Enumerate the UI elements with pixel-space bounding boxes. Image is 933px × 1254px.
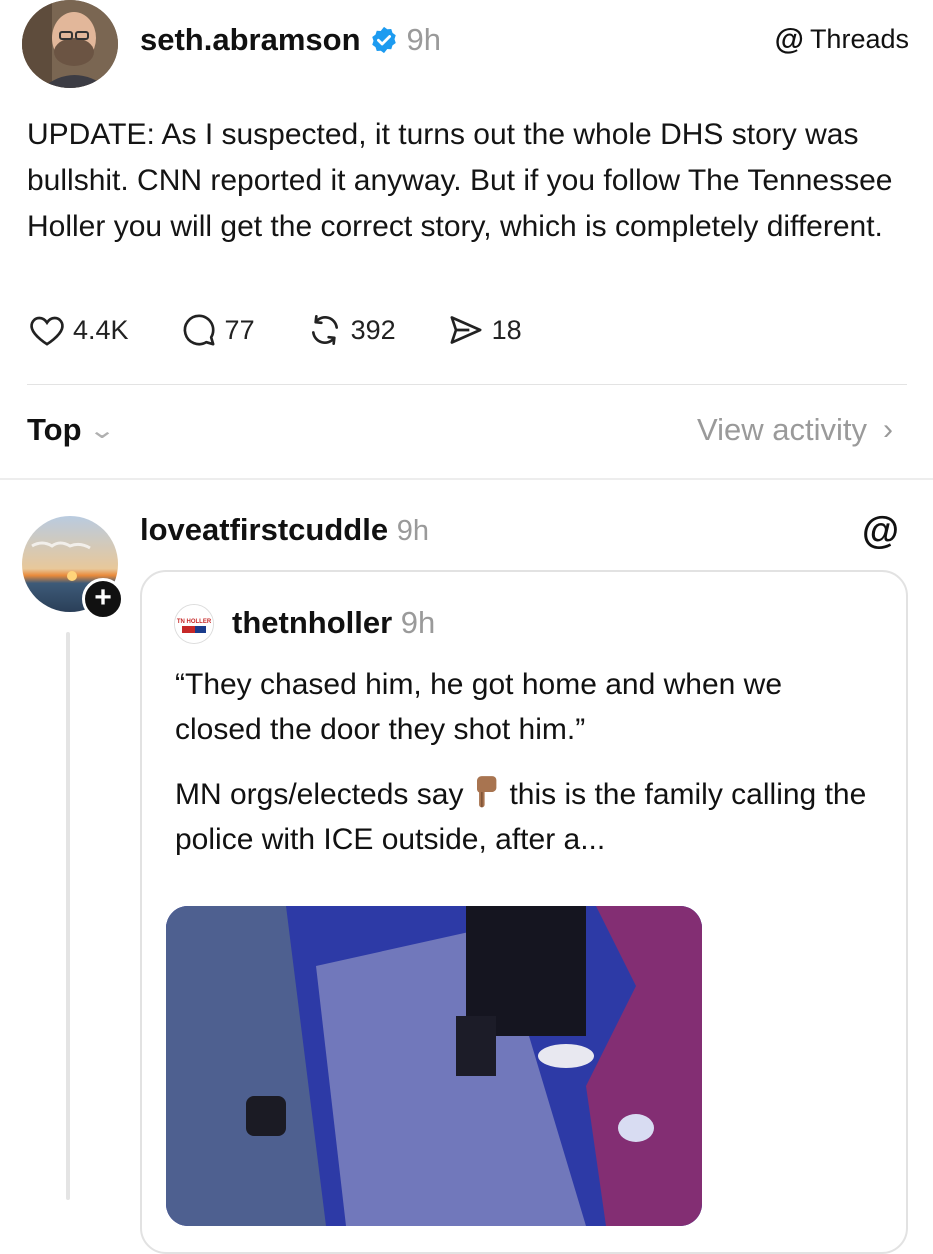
sort-label: Top [27, 412, 82, 447]
reply-username[interactable]: loveatfirstcuddle [140, 512, 388, 547]
tn-holler-logo-text: TN HOLLER [177, 619, 212, 625]
pointing-down-emoji [477, 776, 497, 808]
follow-plus-button[interactable]: + [82, 578, 124, 620]
quoted-username[interactable]: thetnholler [232, 605, 392, 640]
post-actions: 4.4K 77 392 18 [27, 310, 572, 350]
quoted-author-avatar[interactable]: TN HOLLER [174, 604, 214, 644]
like-count: 4.4K [73, 314, 129, 345]
divider [27, 384, 907, 385]
sort-dropdown[interactable]: Top ⌄ [27, 412, 116, 448]
author-avatar[interactable] [22, 0, 118, 88]
share-button[interactable]: 18 [446, 310, 522, 350]
comment-icon [183, 314, 215, 346]
share-count: 18 [491, 314, 522, 345]
quoted-time: 9h [400, 605, 436, 640]
chevron-down-icon: ⌄ [87, 416, 116, 444]
share-icon [450, 316, 482, 344]
threads-logo-icon[interactable]: @ [862, 510, 899, 553]
chevron-right-icon: › [883, 413, 893, 446]
post-body: UPDATE: As I suspected, it turns out the… [27, 118, 893, 243]
post-author[interactable]: seth.abramson 9h [140, 22, 441, 58]
heart-icon [30, 316, 64, 346]
comment-count: 77 [224, 314, 255, 345]
quoted-author[interactable]: thetnholler 9h [232, 605, 435, 641]
section-divider [0, 478, 933, 480]
repost-button[interactable]: 392 [305, 310, 396, 350]
quoted-text: “They chased him, he got home and when w… [175, 668, 783, 746]
quoted-text-before-emoji: MN orgs/electeds say [175, 778, 464, 811]
repost-count: 392 [350, 314, 396, 345]
verified-badge-icon [371, 26, 396, 54]
quoted-video[interactable] [166, 906, 702, 1226]
view-activity-link[interactable]: View activity › [697, 412, 893, 448]
threads-label: Threads [809, 24, 909, 54]
reply-author[interactable]: loveatfirstcuddle 9h [140, 512, 429, 548]
plus-icon: + [94, 581, 112, 614]
quoted-text-continued: MN orgs/electeds say this is the family c… [175, 772, 875, 862]
repost-icon [311, 315, 338, 345]
comment-button[interactable]: 77 [179, 310, 255, 350]
post-time: 9h [406, 22, 441, 57]
reply-time: 9h [396, 515, 429, 547]
like-button[interactable]: 4.4K [27, 310, 129, 350]
thread-line [66, 632, 70, 1200]
threads-logo-icon: @ [774, 22, 804, 56]
author-username[interactable]: seth.abramson [140, 22, 361, 58]
threads-source-link[interactable]: @ Threads [775, 24, 909, 55]
view-activity-label: View activity [697, 412, 867, 447]
